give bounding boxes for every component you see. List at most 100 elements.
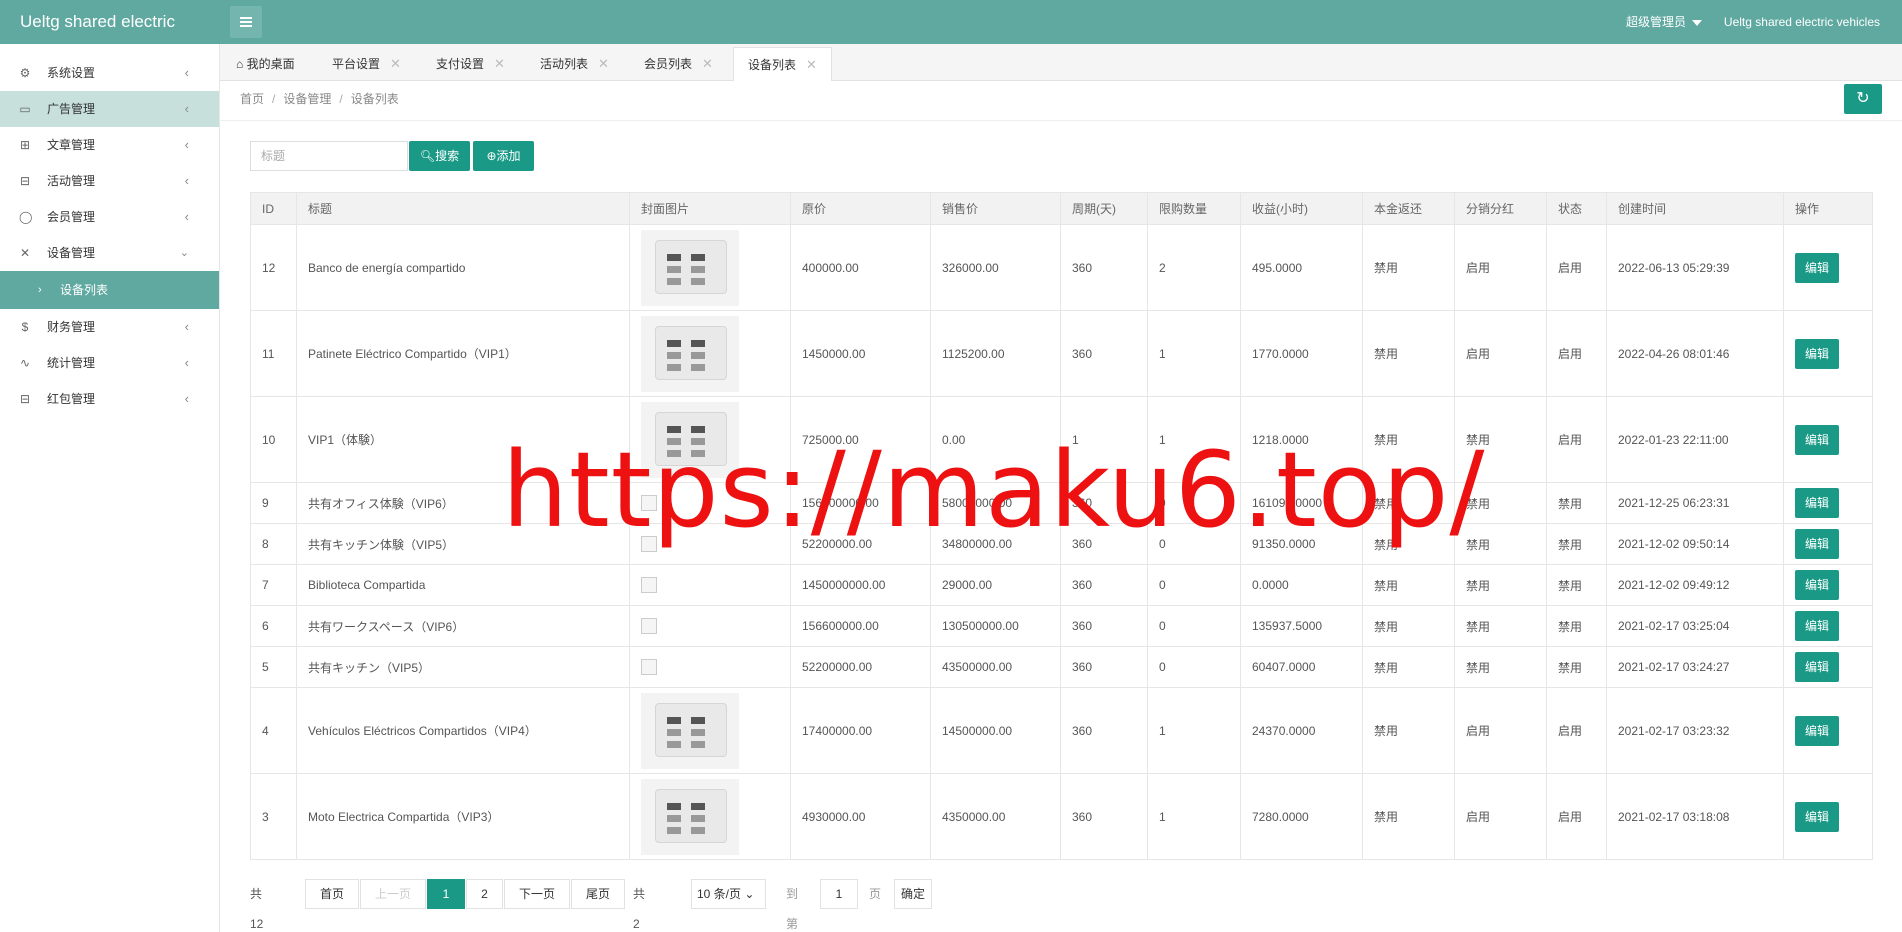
sidebar-item-label: 系统设置	[47, 66, 96, 80]
first-page-button[interactable]: 首页	[305, 879, 359, 909]
col-id: ID	[250, 192, 297, 225]
close-icon[interactable]: ✕	[806, 57, 817, 72]
cell-actions: 编辑	[1783, 646, 1873, 688]
sidebar-item-device-list[interactable]: › 设备列表	[0, 271, 219, 309]
close-icon[interactable]: ✕	[494, 56, 505, 71]
chevron-left-icon: ‹	[184, 101, 189, 116]
breadcrumb-home[interactable]: 首页	[240, 92, 264, 106]
edit-button[interactable]: 编辑	[1795, 424, 1839, 455]
gift-icon: ⊟	[19, 174, 31, 188]
per-page-select[interactable]: 10 条/页 ⌄	[691, 879, 766, 909]
sidebar-item-members[interactable]: ◯ 会员管理 ‹	[0, 199, 219, 235]
sidebar-item-system[interactable]: ⚙ 系统设置 ‹	[0, 55, 219, 91]
search-input[interactable]: 标题	[250, 141, 408, 171]
tab-member-list[interactable]: 会员列表 ✕	[644, 47, 713, 81]
cell-created: 2021-02-17 03:25:04	[1606, 605, 1784, 647]
cell-sale-price: 4350000.00	[930, 773, 1061, 860]
cell-status: 禁用	[1546, 646, 1607, 688]
sidebar-item-label: 会员管理	[47, 210, 96, 224]
tab-label: 会员列表	[644, 57, 693, 71]
tab-platform-settings[interactable]: 平台设置 ✕	[332, 47, 401, 81]
cell-created: 2022-01-23 22:11:00	[1606, 396, 1784, 483]
cover-image	[641, 229, 739, 306]
prev-page-button[interactable]: 上一页	[360, 879, 426, 909]
col-distribution: 分销分红	[1454, 192, 1547, 225]
cell-title: Moto Electrica Compartida（VIP3）	[296, 773, 630, 860]
cell-created: 2021-12-02 09:50:14	[1606, 523, 1784, 565]
table-row: 11 Patinete Eléctrico Compartido（VIP1） 145…	[250, 310, 1873, 397]
cell-cover	[629, 564, 791, 606]
next-page-button[interactable]: 下一页	[504, 879, 570, 909]
tab-device-list[interactable]: 设备列表 ✕	[733, 47, 832, 81]
cell-cover	[629, 773, 791, 860]
cell-original-price: 1450000000.00	[790, 564, 931, 606]
cell-cover	[629, 687, 791, 774]
sidebar-item-redpacket[interactable]: ⊟ 红包管理 ‹	[0, 381, 219, 417]
search-button[interactable]: 🔍︎搜索	[409, 141, 470, 171]
sidebar-item-activities[interactable]: ⊟ 活动管理 ‹	[0, 163, 219, 199]
cell-cover	[629, 224, 791, 311]
sidebar-item-label: 文章管理	[47, 138, 96, 152]
tab-desktop[interactable]: ⌂ 我的桌面	[236, 47, 295, 81]
close-icon[interactable]: ✕	[702, 56, 713, 71]
cell-income: 1770.0000	[1240, 310, 1363, 397]
cell-status: 禁用	[1546, 564, 1607, 606]
sidebar-item-devices[interactable]: ✕ 设备管理 ⌄	[0, 235, 219, 271]
cell-original-price: 400000.00	[790, 224, 931, 311]
cell-id: 11	[250, 310, 297, 397]
cell-id: 5	[250, 646, 297, 688]
sidebar-item-articles[interactable]: ⊞ 文章管理 ‹	[0, 127, 219, 163]
sidebar-item-stats[interactable]: ∿ 统计管理 ‹	[0, 345, 219, 381]
cell-income: 495.0000	[1240, 224, 1363, 311]
broken-image-icon	[641, 577, 657, 593]
close-icon[interactable]: ✕	[390, 56, 401, 71]
user-menu[interactable]: 超级管理员	[1626, 0, 1702, 44]
col-status: 状态	[1546, 192, 1607, 225]
edit-button[interactable]: 编辑	[1795, 801, 1839, 832]
close-icon[interactable]: ✕	[598, 56, 609, 71]
tab-label: 我的桌面	[246, 57, 295, 71]
image-icon: ▭	[19, 102, 31, 116]
add-button[interactable]: ⊕添加	[473, 141, 534, 171]
sidebar-item-finance[interactable]: $ 财务管理 ‹	[0, 309, 219, 345]
goto-page-input[interactable]: 1	[820, 879, 858, 909]
cell-created: 2021-02-17 03:24:27	[1606, 646, 1784, 688]
tools-icon: ✕	[19, 246, 31, 260]
edit-button[interactable]: 编辑	[1795, 715, 1839, 746]
page-1-button[interactable]: 1	[427, 879, 465, 909]
sidebar: ⚙ 系统设置 ‹ ▭ 广告管理 ‹ ⊞ 文章管理 ‹ ⊟ 活动管理 ‹ ◯ 会员…	[0, 44, 220, 932]
site-name[interactable]: Ueltg shared electric vehicles	[1724, 0, 1880, 44]
tab-activity-list[interactable]: 活动列表 ✕	[540, 47, 609, 81]
cell-actions: 编辑	[1783, 310, 1873, 397]
sidebar-item-label: 财务管理	[47, 320, 96, 334]
tab-payment-settings[interactable]: 支付设置 ✕	[436, 47, 505, 81]
cell-refund: 禁用	[1362, 687, 1455, 774]
chevron-left-icon: ‹	[184, 65, 189, 80]
total-pages: 共 2 页	[633, 887, 646, 931]
cell-status: 禁用	[1546, 523, 1607, 565]
last-page-button[interactable]: 尾页	[571, 879, 625, 909]
edit-button[interactable]: 编辑	[1795, 488, 1839, 518]
edit-button[interactable]: 编辑	[1795, 252, 1839, 283]
edit-button[interactable]: 编辑	[1795, 338, 1839, 369]
sidebar-item-ads[interactable]: ▭ 广告管理 ‹	[0, 91, 219, 127]
cell-actions: 编辑	[1783, 605, 1873, 647]
cell-id: 7	[250, 564, 297, 606]
menu-toggle-button[interactable]	[230, 6, 262, 38]
breadcrumb-section[interactable]: 设备管理	[283, 92, 331, 106]
chevron-left-icon: ‹	[184, 173, 189, 188]
cell-refund: 禁用	[1362, 646, 1455, 688]
cover-image	[641, 692, 739, 769]
edit-button[interactable]: 编辑	[1795, 529, 1839, 559]
tab-bar: ⌂ 我的桌面 平台设置 ✕ 支付设置 ✕ 活动列表 ✕ 会员列表 ✕ 设备列表 ✕	[220, 44, 1902, 81]
broken-image-icon	[641, 618, 657, 634]
col-period: 周期(天)	[1060, 192, 1148, 225]
edit-button[interactable]: 编辑	[1795, 570, 1839, 600]
cell-id: 9	[250, 482, 297, 524]
edit-button[interactable]: 编辑	[1795, 611, 1839, 641]
page-2-button[interactable]: 2	[466, 879, 503, 909]
edit-button[interactable]: 编辑	[1795, 652, 1839, 682]
goto-confirm-button[interactable]: 确定	[894, 879, 932, 909]
col-limit: 限购数量	[1147, 192, 1241, 225]
refresh-button[interactable]: ↻	[1844, 84, 1882, 114]
